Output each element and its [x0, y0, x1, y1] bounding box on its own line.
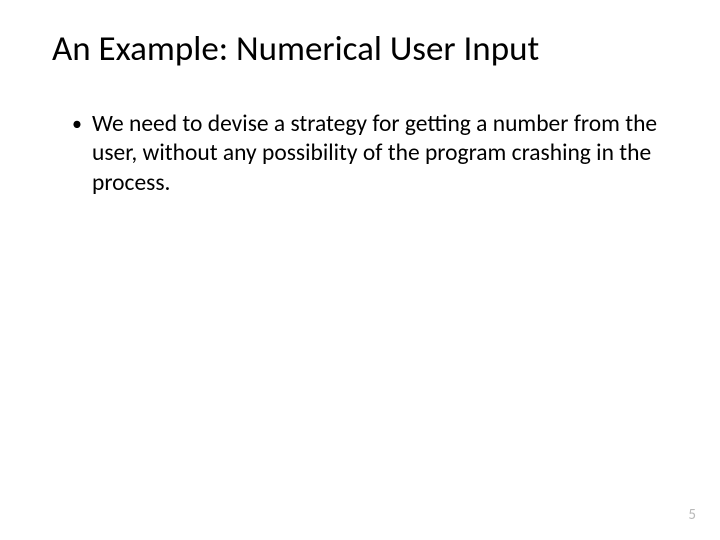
- bullet-marker: •: [72, 110, 82, 138]
- bullet-item: • We need to devise a strategy for getti…: [72, 110, 674, 198]
- slide-content: • We need to devise a strategy for getti…: [46, 110, 674, 198]
- bullet-text: We need to devise a strategy for getting…: [92, 110, 674, 198]
- slide-title: An Example: Numerical User Input: [46, 28, 674, 70]
- slide-container: An Example: Numerical User Input • We ne…: [0, 0, 720, 540]
- page-number: 5: [688, 506, 696, 524]
